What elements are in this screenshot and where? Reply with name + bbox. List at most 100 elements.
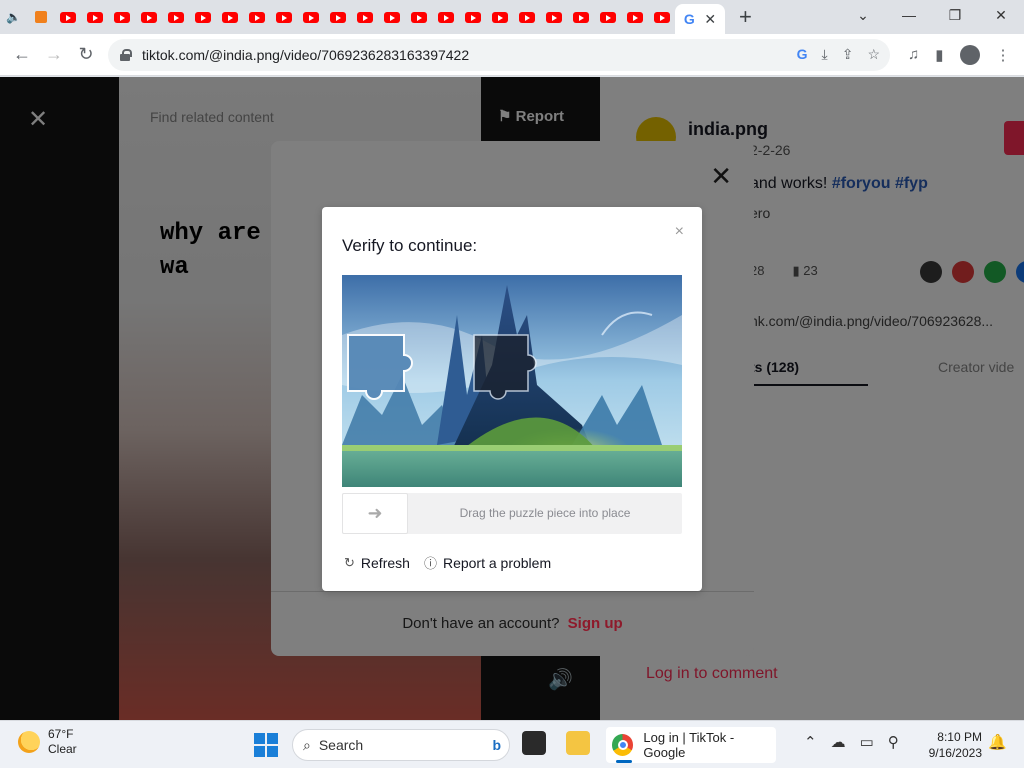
network-icon[interactable]: ⚲: [888, 733, 899, 751]
youtube-icon: [140, 11, 157, 23]
slider-handle[interactable]: ➜: [342, 493, 408, 534]
minimize-button[interactable]: —: [886, 0, 932, 30]
url-text: tiktok.com/@india.png/video/706923628316…: [142, 46, 470, 63]
moon-weather-icon: [18, 731, 40, 753]
tab-youtube[interactable]: [486, 0, 513, 34]
search-icon: ⌕: [303, 736, 311, 753]
refresh-button[interactable]: ↻ Refresh: [344, 553, 410, 572]
tab-youtube[interactable]: [324, 0, 351, 34]
tab-youtube[interactable]: [243, 0, 270, 34]
menu-icon[interactable]: ⋮: [996, 46, 1011, 64]
task-view-icon[interactable]: [522, 731, 546, 755]
close-tab-button[interactable]: ✕: [704, 11, 716, 28]
google-lens-icon[interactable]: G: [797, 46, 808, 63]
close-login-modal-button[interactable]: ✕: [710, 163, 732, 189]
restore-button[interactable]: ❐: [932, 0, 978, 30]
side-panel-icon[interactable]: ▮: [935, 46, 943, 64]
tab-youtube[interactable]: [459, 0, 486, 34]
tab-youtube[interactable]: [270, 0, 297, 34]
windows-logo-pane: [254, 733, 265, 744]
profile-avatar-icon[interactable]: [959, 44, 980, 65]
bookmark-star-icon[interactable]: ☆: [867, 46, 880, 63]
youtube-icon: [626, 11, 643, 23]
reload-icon[interactable]: ↻: [70, 44, 102, 65]
tab-youtube[interactable]: [162, 0, 189, 34]
tab-youtube[interactable]: [594, 0, 621, 34]
active-tab[interactable]: G ✕: [675, 4, 725, 34]
bing-icon: b: [492, 737, 501, 753]
report-problem-label: Report a problem: [442, 554, 552, 571]
weather-widget[interactable]: 67°F Clear: [18, 727, 77, 757]
no-account-text: Don't have an account?: [402, 615, 560, 632]
notification-bell-icon[interactable]: 🔔: [988, 733, 1007, 751]
youtube-icon: [464, 11, 481, 23]
tab-youtube[interactable]: [297, 0, 324, 34]
tab-strip: 🔈 G ✕ + ⌄ — ❐ ✕: [0, 0, 1024, 34]
youtube-icon: [302, 11, 319, 23]
install-icon[interactable]: ⤓: [822, 46, 828, 63]
report-problem-button[interactable]: ⓘ Report a problem: [424, 553, 551, 572]
puzzle-landscape: [342, 275, 682, 487]
time: 8:10 PM: [937, 730, 982, 744]
close-window-button[interactable]: ✕: [978, 0, 1024, 30]
tab-youtube[interactable]: [513, 0, 540, 34]
window-controls: ⌄ — ❐ ✕: [840, 0, 1024, 30]
lock-icon: [120, 48, 132, 61]
youtube-icon: [275, 11, 292, 23]
tab-youtube[interactable]: [567, 0, 594, 34]
tab-youtube[interactable]: [432, 0, 459, 34]
back-icon[interactable]: ←: [6, 44, 38, 65]
youtube-icon: [59, 11, 76, 23]
youtube-icon: [599, 11, 616, 23]
refresh-icon: ↻: [344, 554, 355, 570]
tab-youtube[interactable]: [54, 0, 81, 34]
display-icon[interactable]: ▭: [860, 733, 874, 751]
tab-youtube[interactable]: [405, 0, 432, 34]
tab-youtube[interactable]: [540, 0, 567, 34]
info-icon: ⓘ: [423, 556, 437, 571]
slider-hint-text: Drag the puzzle piece into place: [459, 506, 631, 520]
youtube-icon: [545, 11, 562, 23]
weather-condition: Clear: [48, 742, 77, 756]
file-explorer-icon[interactable]: [566, 731, 590, 755]
tab-youtube[interactable]: [81, 0, 108, 34]
youtube-icon: [221, 11, 238, 23]
close-captcha-button[interactable]: ×: [675, 223, 684, 241]
taskbar-search[interactable]: ⌕ Search b: [292, 729, 510, 761]
youtube-icon: [437, 11, 454, 23]
captcha-slider-track[interactable]: ➜ Drag the puzzle piece into place: [342, 493, 682, 534]
media-control-icon[interactable]: ♫: [908, 46, 919, 63]
tab-search-button[interactable]: ⌄: [840, 0, 886, 30]
chrome-icon: [612, 734, 634, 756]
weather-temp: 67°F: [48, 727, 74, 741]
youtube-icon: [248, 11, 265, 23]
tab-youtube[interactable]: [135, 0, 162, 34]
tab-audio[interactable]: 🔈: [0, 0, 27, 34]
windows-logo-pane: [267, 733, 278, 744]
tab-youtube[interactable]: [189, 0, 216, 34]
tab-youtube[interactable]: [216, 0, 243, 34]
onedrive-icon[interactable]: ☁: [831, 733, 846, 751]
chrome-taskbar-button[interactable]: Log in | TikTok - Google: [606, 727, 776, 763]
clock[interactable]: 8:10 PM 9/16/2023: [920, 729, 982, 761]
new-tab-button[interactable]: +: [739, 4, 752, 30]
tab-youtube[interactable]: [378, 0, 405, 34]
signup-link[interactable]: Sign up: [568, 615, 623, 632]
chevron-up-icon[interactable]: ⌃: [804, 733, 817, 751]
share-icon[interactable]: ⇪: [842, 46, 854, 63]
youtube-icon: [518, 11, 535, 23]
address-bar[interactable]: tiktok.com/@india.png/video/706923628316…: [108, 38, 890, 71]
tab-youtube[interactable]: [648, 0, 675, 34]
youtube-icon: [113, 11, 130, 23]
browser-toolbar: ← → ↻ tiktok.com/@india.png/video/706923…: [0, 34, 1024, 76]
forward-icon[interactable]: →: [38, 44, 70, 65]
refresh-label: Refresh: [360, 554, 410, 571]
arrow-right-icon: ➜: [367, 503, 383, 523]
youtube-icon: [86, 11, 103, 23]
tab-youtube[interactable]: [621, 0, 648, 34]
tab-youtube[interactable]: [351, 0, 378, 34]
tab-youtube[interactable]: [108, 0, 135, 34]
start-button[interactable]: [254, 733, 278, 757]
speaker-icon: 🔈: [6, 10, 21, 24]
tab-app[interactable]: [27, 0, 54, 34]
